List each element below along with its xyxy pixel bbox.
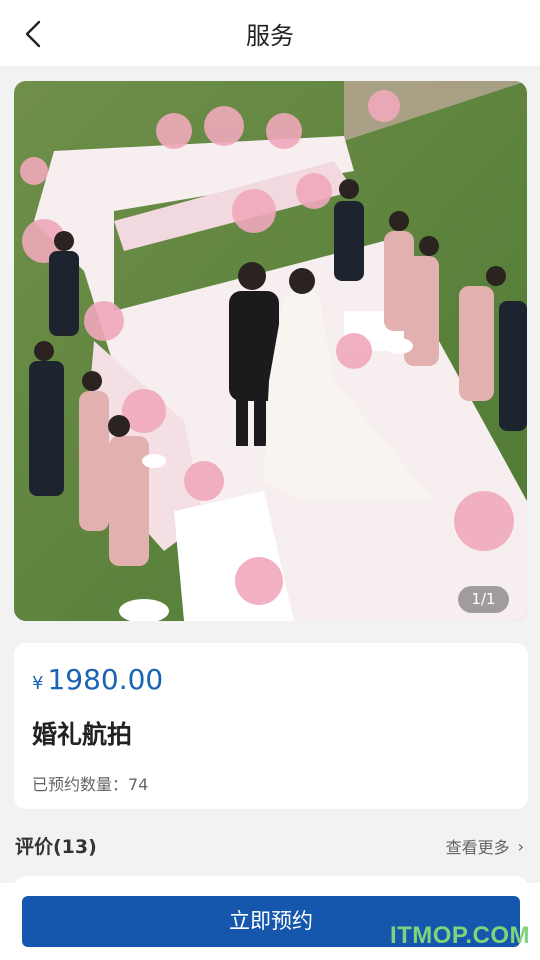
price-value: 1980.00: [47, 663, 164, 696]
currency-symbol: ¥: [32, 673, 44, 694]
image-counter: 1/1: [458, 586, 509, 613]
product-info-card: ¥ 1980.00 婚礼航拍 已预约数量：74: [14, 643, 528, 809]
top-nav-bar: 服务: [0, 0, 540, 66]
page-title: 服务: [246, 22, 294, 50]
wedding-photo: [14, 81, 527, 621]
reviews-heading: 评价(13): [15, 836, 97, 858]
booked-count: 已预约数量：74: [32, 775, 149, 794]
price: ¥ 1980.00: [32, 663, 163, 696]
product-image-carousel[interactable]: 1/1: [14, 81, 527, 621]
watermark: ITMOP.COM: [389, 922, 530, 949]
see-more-label: 查看更多: [445, 838, 510, 857]
service-name: 婚礼航拍: [32, 720, 133, 749]
chevron-right-icon: ›: [517, 836, 524, 856]
see-more-reviews-link[interactable]: 查看更多 ›: [446, 834, 524, 858]
